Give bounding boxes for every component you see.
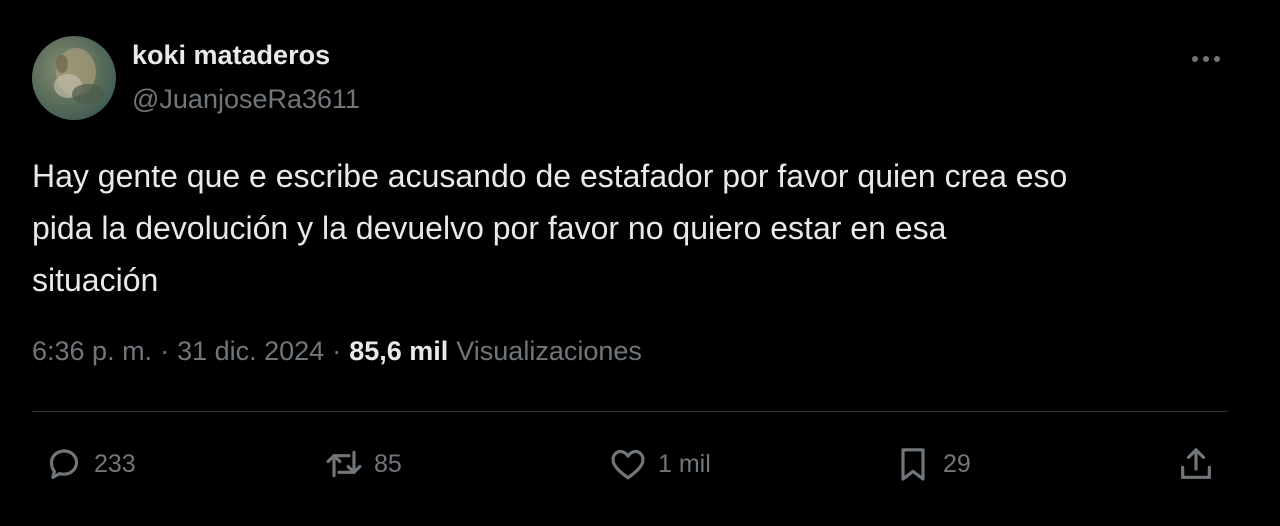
author-handle[interactable]: @JuanjoseRa3611	[132, 84, 360, 115]
meta-separator: ·	[160, 336, 170, 366]
like-button[interactable]: 1 mil	[608, 440, 711, 488]
like-count: 1 mil	[658, 449, 711, 478]
tweet-time[interactable]: 6:36 p. m.	[32, 336, 152, 367]
tweet-date[interactable]: 31 dic. 2024	[177, 336, 324, 367]
bookmark-button[interactable]: 29	[893, 440, 971, 488]
tweet-meta: 6:36 p. m. · 31 dic. 2024 · 85,6 mil Vis…	[32, 336, 642, 367]
divider	[32, 411, 1228, 412]
tweet-text: Hay gente que e escribe acusando de esta…	[32, 158, 1068, 298]
repost-arrows-icon	[326, 450, 362, 478]
share-button[interactable]	[1176, 440, 1216, 488]
author-display-name[interactable]: koki mataderos	[132, 40, 330, 71]
avatar[interactable]	[32, 36, 116, 120]
more-options-button[interactable]	[1186, 44, 1226, 74]
repost-count: 85	[374, 449, 402, 478]
reply-count: 233	[94, 449, 136, 478]
views-count: 85,6 mil	[349, 336, 449, 366]
meta-separator: ·	[332, 336, 342, 366]
views-label: Visualizaciones	[456, 336, 642, 366]
bookmark-count: 29	[943, 449, 971, 478]
bookmark-icon	[901, 448, 925, 481]
repost-button[interactable]: 85	[324, 440, 402, 488]
avatar-image	[54, 48, 104, 104]
reply-button[interactable]: 233	[44, 440, 136, 488]
reply-bubble-icon	[49, 449, 79, 479]
share-upload-icon	[1181, 448, 1211, 479]
tweet-card: koki mataderos @JuanjoseRa3611 Hay gente…	[0, 0, 1280, 526]
heart-icon	[611, 449, 645, 480]
more-dots-icon	[1192, 56, 1220, 62]
